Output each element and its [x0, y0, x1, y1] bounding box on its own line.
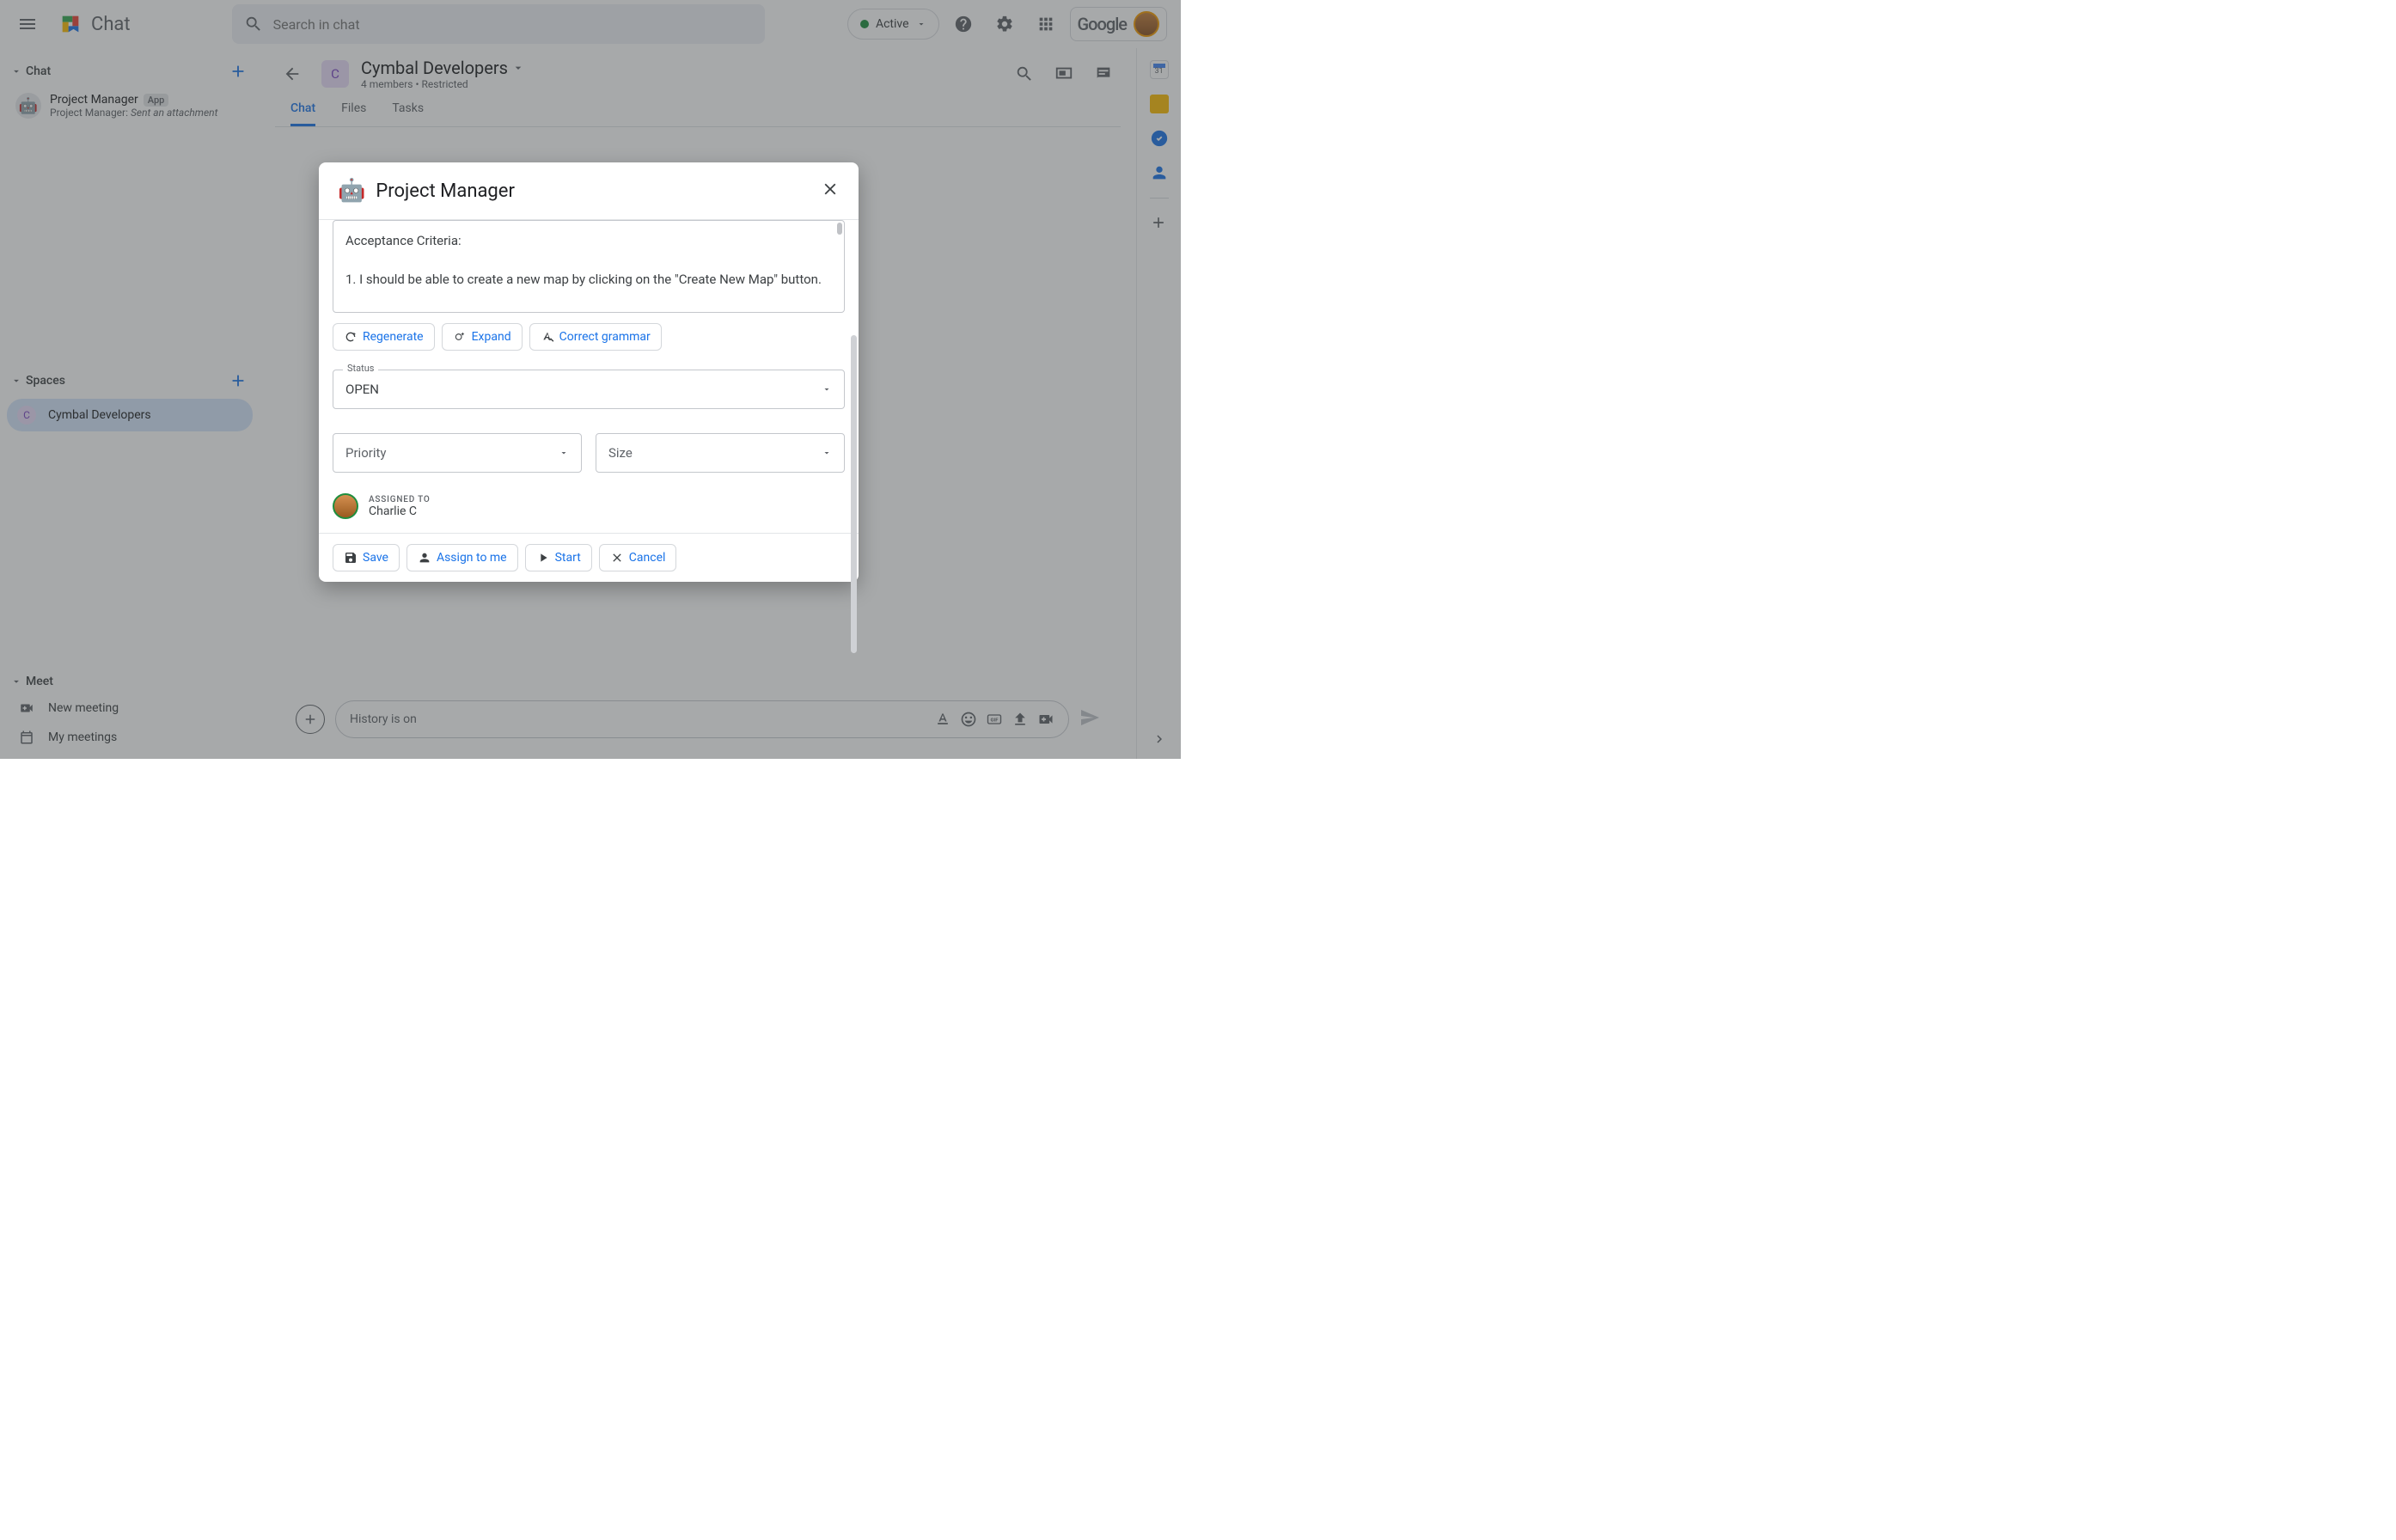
assignee-avatar [333, 493, 358, 519]
size-placeholder: Size [608, 445, 633, 461]
expand-button[interactable]: Expand [442, 323, 523, 351]
sparkle-expand-icon [453, 330, 467, 344]
text-check-icon [541, 330, 554, 344]
priority-select[interactable]: Priority [333, 433, 582, 473]
assigned-to-label: ASSIGNED TO [369, 495, 431, 504]
start-button[interactable]: Start [525, 544, 592, 571]
regenerate-button[interactable]: Regenerate [333, 323, 435, 351]
dialog-scrollbar[interactable] [851, 335, 857, 653]
caret-down-icon [559, 448, 569, 458]
status-select[interactable]: OPEN [333, 370, 845, 409]
caret-down-icon [822, 384, 832, 394]
caret-down-icon [822, 448, 832, 458]
project-manager-dialog: 🤖 Project Manager Acceptance Criteria: 1… [319, 162, 859, 582]
status-value: OPEN [345, 382, 379, 397]
save-icon [344, 551, 358, 565]
dialog-title: Project Manager [376, 180, 515, 202]
cancel-button[interactable]: Cancel [599, 544, 677, 571]
correct-grammar-button[interactable]: Correct grammar [529, 323, 662, 351]
status-field-label: Status [343, 363, 378, 374]
description-heading: Acceptance Criteria: [345, 231, 832, 251]
person-icon [418, 551, 431, 565]
textarea-scrollbar[interactable] [837, 223, 842, 235]
assigned-to-row: ASSIGNED TO Charlie C [333, 493, 845, 519]
priority-placeholder: Priority [345, 445, 386, 461]
close-icon [610, 551, 624, 565]
dialog-close-button[interactable] [821, 180, 840, 202]
description-textarea[interactable]: Acceptance Criteria: 1. I should be able… [333, 220, 845, 313]
size-select[interactable]: Size [596, 433, 845, 473]
play-icon [536, 551, 550, 565]
robot-icon: 🤖 [338, 178, 365, 204]
sparkle-refresh-icon [344, 330, 358, 344]
close-icon [821, 180, 840, 199]
assign-to-me-button[interactable]: Assign to me [406, 544, 518, 571]
description-body: 1. I should be able to create a new map … [345, 270, 832, 290]
assignee-name: Charlie C [369, 504, 431, 518]
save-button[interactable]: Save [333, 544, 400, 571]
